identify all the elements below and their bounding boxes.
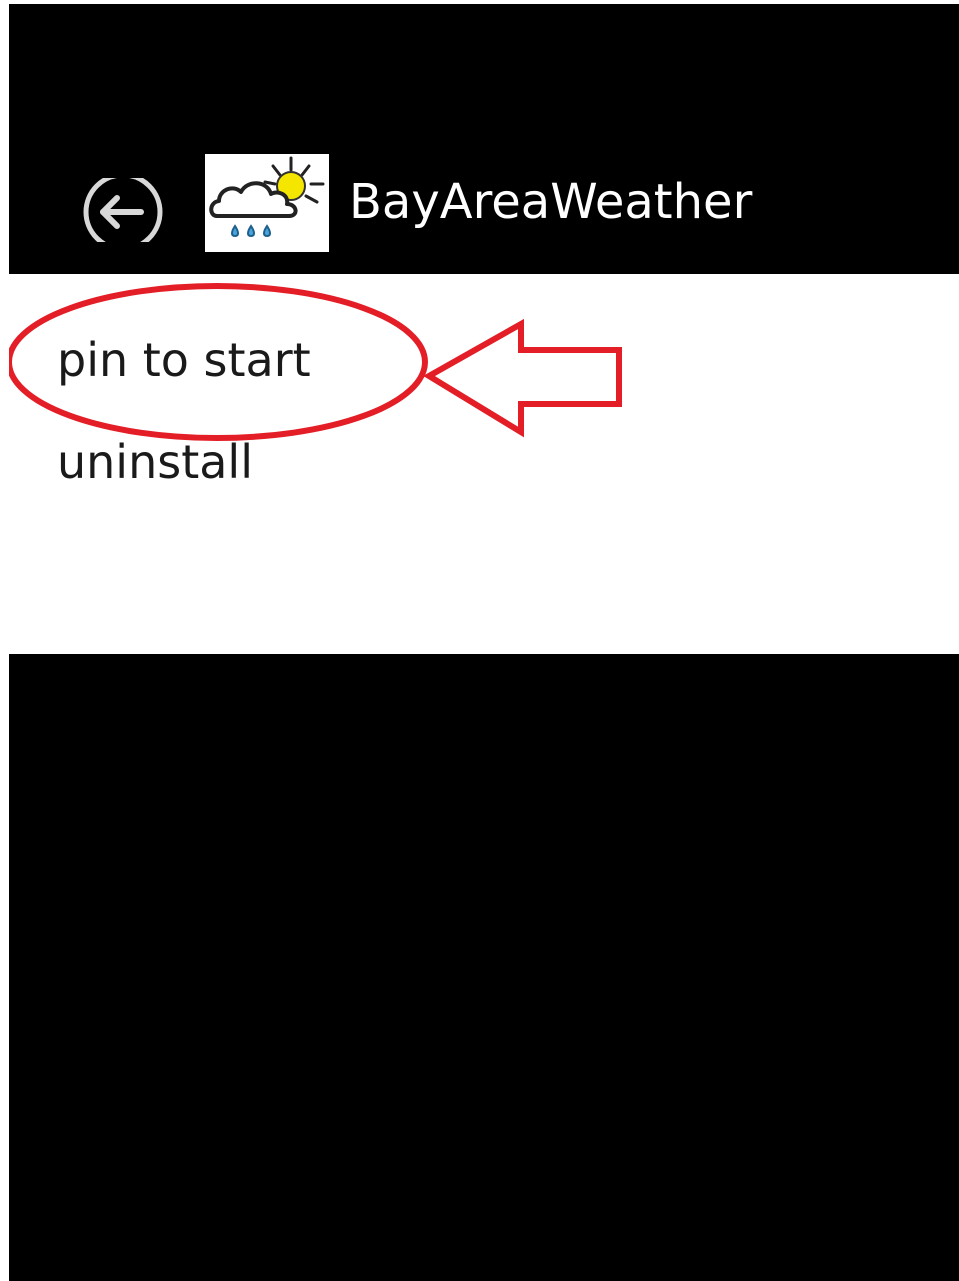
highlight-arrow xyxy=(423,318,622,438)
back-button[interactable] xyxy=(81,172,165,252)
context-menu: pin to start uninstall xyxy=(9,274,959,654)
menu-item-uninstall[interactable]: uninstall xyxy=(57,432,253,492)
weather-cloud-sun-rain-icon xyxy=(209,156,325,238)
app-header: BayAreaWeather xyxy=(9,4,959,274)
menu-item-pin-to-start[interactable]: pin to start xyxy=(57,330,311,390)
phone-screen: BayAreaWeather pin to start uninstall xyxy=(9,4,959,1281)
empty-dark-area xyxy=(9,654,959,1281)
app-title: BayAreaWeather xyxy=(349,174,753,230)
app-icon xyxy=(205,154,329,252)
back-arrow-circle-icon xyxy=(83,172,163,252)
